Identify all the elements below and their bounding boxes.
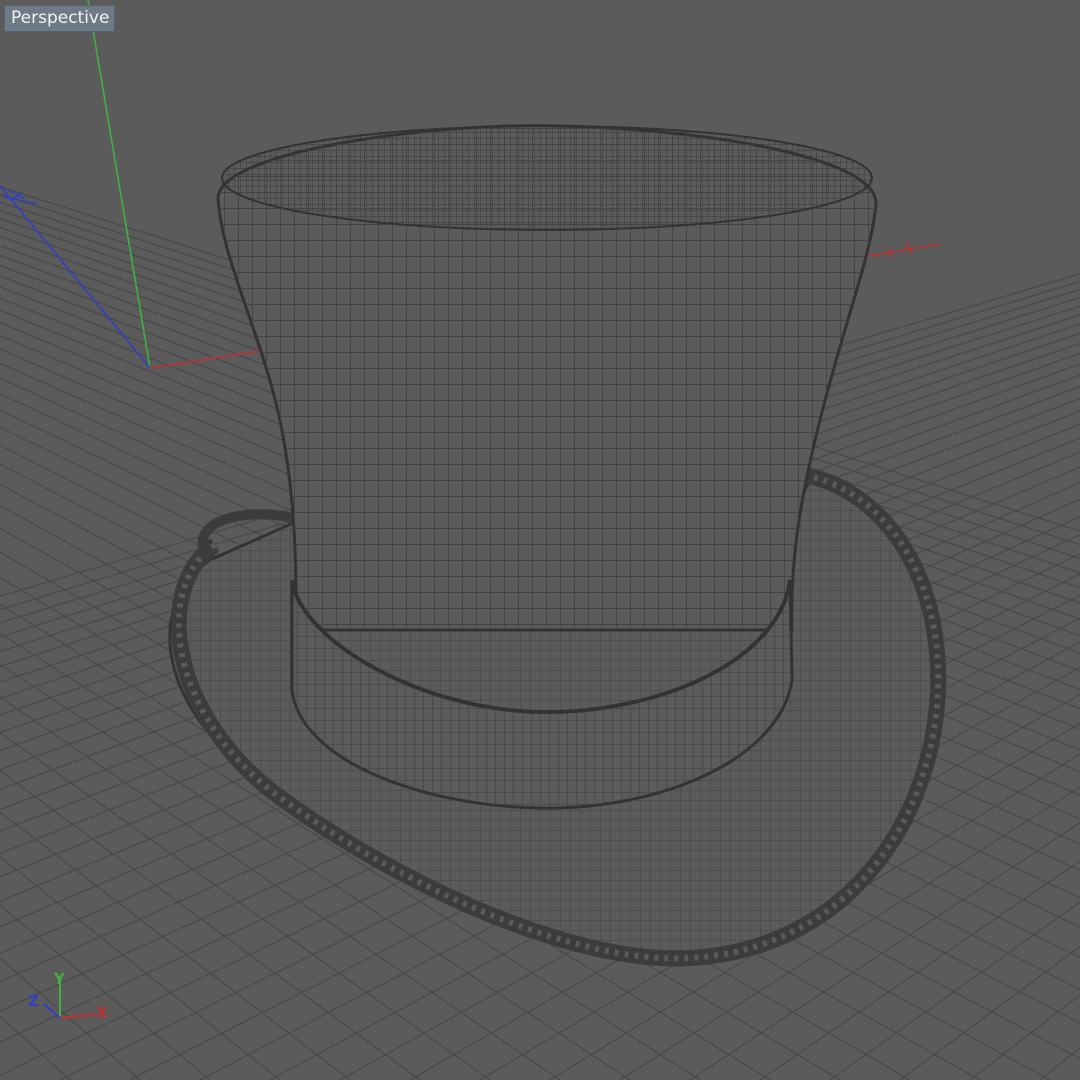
gizmo-y-label: Y <box>53 970 66 988</box>
view-label-perspective[interactable]: Perspective <box>4 5 116 32</box>
gizmo-z-label: Z <box>28 992 39 1010</box>
x-axis-marker <box>867 241 941 259</box>
gizmo-z-axis <box>43 1003 61 1019</box>
orientation-gizmo: Y X Z <box>28 970 108 1022</box>
gizmo-x-label: X <box>96 1004 108 1022</box>
viewport-canvas[interactable]: Y X Z <box>0 0 1080 1080</box>
hat-crown-top <box>221 125 873 231</box>
perspective-viewport[interactable]: Y X Z Perspective <box>0 0 1080 1080</box>
top-hat-mesh[interactable] <box>168 124 947 967</box>
grid-line <box>0 1015 71 1080</box>
